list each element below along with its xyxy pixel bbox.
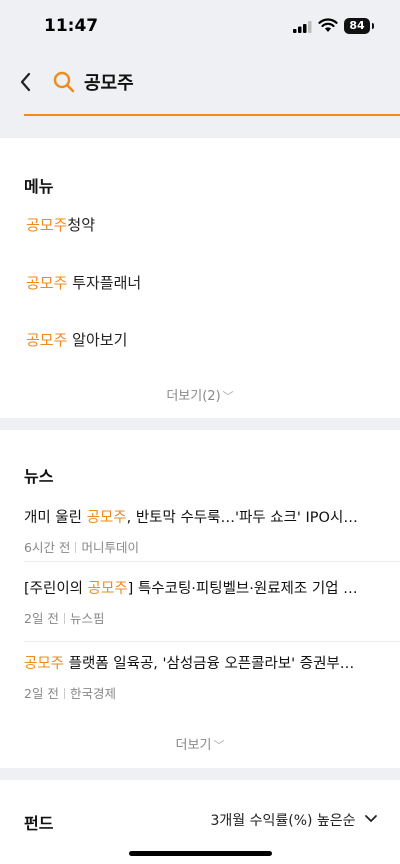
news-meta: 6시간 전 머니투데이 bbox=[24, 537, 376, 556]
news-item[interactable]: 개미 울린 공모주, 반토막 수두룩…'파두 쇼크' IPO시장… 6시간 전 머… bbox=[24, 506, 376, 556]
news-title: 공모주 플랫폼 일육공, '삼성금융 오픈콜라보' 증권부문… bbox=[24, 652, 364, 673]
news-title-highlight: 공모주 bbox=[87, 581, 128, 597]
news-divider bbox=[24, 641, 400, 642]
chevron-down-icon: ﹀ bbox=[222, 390, 234, 403]
news-title-post: ] 특수코팅·피팅벨브·원료제조 기업 3개… bbox=[127, 581, 364, 597]
battery-level: 84 bbox=[349, 19, 365, 32]
fund-sort-dropdown[interactable]: 3개월 수익률(%) 높은순 bbox=[210, 810, 378, 830]
fund-sort-label: 3개월 수익률(%) 높은순 bbox=[210, 813, 356, 829]
news-item[interactable]: [주린이의 공모주] 특수코팅·피팅벨브·원료제조 기업 3개… 2일 전 뉴스핌 bbox=[24, 577, 376, 627]
home-indicator bbox=[129, 851, 272, 856]
chevron-down-icon bbox=[365, 815, 377, 822]
menu-item-label: 청약 bbox=[67, 216, 96, 234]
divider bbox=[63, 688, 65, 699]
news-title-post: 플랫폼 일육공, '삼성금융 오픈콜라보' 증권부문… bbox=[64, 656, 364, 672]
news-title-highlight: 공모주 bbox=[86, 510, 127, 526]
search-underline bbox=[24, 114, 400, 116]
status-time: 11:47 bbox=[44, 16, 99, 36]
menu-item-subscription[interactable]: 공모주청약 bbox=[26, 214, 95, 235]
menu-item-label: 투자플래너 bbox=[67, 274, 142, 292]
divider bbox=[63, 613, 65, 624]
news-more-button[interactable]: 더보기 ﹀ bbox=[0, 734, 400, 753]
divider bbox=[75, 542, 77, 553]
news-more-label: 더보기 bbox=[175, 738, 212, 753]
search-input[interactable]: 공모주 bbox=[84, 69, 134, 95]
menu-more-label: 더보기(2) bbox=[166, 389, 221, 404]
menu-section-title: 메뉴 bbox=[24, 177, 54, 196]
search-header: 공모주 bbox=[0, 54, 400, 138]
news-time: 2일 전 bbox=[24, 611, 59, 626]
menu-item-learn-more[interactable]: 공모주 알아보기 bbox=[26, 329, 127, 350]
news-section-title: 뉴스 bbox=[24, 467, 54, 486]
news-title-pre: 개미 울린 bbox=[24, 510, 87, 526]
news-title: 개미 울린 공모주, 반토막 수두룩…'파두 쇼크' IPO시장… bbox=[24, 506, 364, 527]
news-meta: 2일 전 뉴스핌 bbox=[24, 608, 376, 627]
battery-icon: 84 bbox=[344, 18, 374, 34]
menu-item-highlight: 공모주 bbox=[26, 274, 68, 292]
wifi-icon bbox=[318, 18, 338, 32]
search-icon[interactable] bbox=[52, 70, 76, 94]
menu-item-highlight: 공모주 bbox=[26, 331, 68, 349]
fund-section-title: 펀드 bbox=[24, 814, 54, 833]
news-divider bbox=[24, 561, 400, 562]
cellular-signal-icon bbox=[293, 21, 312, 33]
menu-item-highlight: 공모주 bbox=[26, 216, 68, 234]
news-title-post: , 반토막 수두룩…'파두 쇼크' IPO시장… bbox=[126, 510, 364, 526]
news-title-highlight: 공모주 bbox=[24, 656, 65, 672]
news-meta: 2일 전 한국경제 bbox=[24, 683, 376, 702]
menu-item-label: 알아보기 bbox=[67, 331, 128, 349]
chevron-down-icon: ﹀ bbox=[213, 739, 225, 752]
news-time: 6시간 전 bbox=[24, 540, 71, 555]
news-source: 뉴스핌 bbox=[69, 611, 105, 626]
back-arrow-icon[interactable] bbox=[14, 68, 38, 96]
status-bar: 11:47 84 bbox=[0, 0, 400, 54]
news-title-pre: [주린이의 bbox=[24, 581, 88, 597]
news-title: [주린이의 공모주] 특수코팅·피팅벨브·원료제조 기업 3개… bbox=[24, 577, 364, 598]
menu-more-button[interactable]: 더보기(2) ﹀ bbox=[0, 385, 400, 404]
menu-section: 메뉴 공모주청약 공모주 투자플래너 공모주 알아보기 더보기(2) ﹀ bbox=[0, 138, 400, 418]
news-source: 한국경제 bbox=[69, 686, 116, 701]
news-time: 2일 전 bbox=[24, 686, 59, 701]
news-source: 머니투데이 bbox=[81, 540, 139, 555]
news-item[interactable]: 공모주 플랫폼 일육공, '삼성금융 오픈콜라보' 증권부문… 2일 전 한국경제 bbox=[24, 652, 376, 702]
news-section: 뉴스 개미 울린 공모주, 반토막 수두룩…'파두 쇼크' IPO시장… 6시간… bbox=[0, 430, 400, 768]
menu-item-investment-planner[interactable]: 공모주 투자플래너 bbox=[26, 272, 141, 293]
